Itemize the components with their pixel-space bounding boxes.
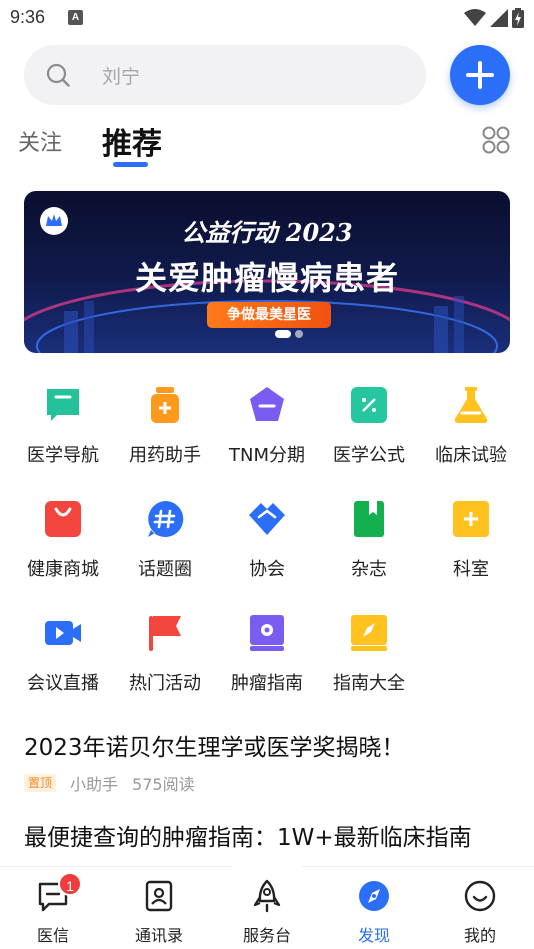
flag-icon [149,616,181,651]
nav-label: 医信 [36,926,69,945]
grid-label: 话题圈 [138,559,192,580]
grid-label: 医学公式 [333,445,405,466]
feed-tabs: 关注 推荐 [0,115,534,175]
search-icon [46,63,70,87]
article-reads: 575阅读 [132,775,195,794]
banner-title-line2: 关爱肿瘤慢病患者 [134,259,399,297]
grid-menu-icon[interactable] [482,126,510,154]
grid-label: 杂志 [351,559,387,580]
grid-label: TNM分期 [229,445,305,466]
article-title[interactable]: 最便捷查询的肿瘤指南：1W+最新临床指南 [24,818,514,852]
grid-item-clinical-trial[interactable]: 临床试验 [420,375,522,475]
article-meta: 置顶 小助手 575阅读 [24,771,195,795]
department-icon [453,501,489,537]
banner-title-line1: 公益行动 2023 [181,218,353,247]
grid-item-guide-collection[interactable]: 指南大全 [318,603,420,703]
formula-icon [351,387,387,423]
grid-item-magazine[interactable]: 杂志 [318,489,420,589]
grid-label: 指南大全 [333,673,405,694]
notification-icon: A [68,10,83,25]
grid-item-medication-assistant[interactable]: 用药助手 [114,375,216,475]
rocket-icon [253,879,281,913]
nav-item-service-desk[interactable]: 服务台 [214,867,320,949]
plus-icon [466,61,494,89]
grid-item-medical-navigation[interactable]: 医学导航 [12,375,114,475]
carousel-dot[interactable] [275,330,291,338]
grid-label: 临床试验 [435,445,507,466]
contacts-icon [145,880,173,912]
banner-badge: 争做最美星医 [207,302,331,328]
hashtag-icon [148,500,184,537]
unread-badge: 1 [58,872,82,896]
nav-label: 我的 [463,926,496,945]
search-input[interactable]: 刘宁 [24,45,426,105]
compass-icon [359,881,389,911]
tab-recommend[interactable]: 推荐 [102,119,162,163]
nav-label: 通讯录 [134,926,183,945]
nav-item-profile[interactable]: 我的 [427,867,533,949]
status-time: 9:36 [10,7,46,27]
status-icons [464,8,524,28]
carousel-dots [275,330,303,338]
grid-label: 科室 [453,559,489,580]
pinned-badge: 置顶 [24,774,57,792]
smile-icon [464,880,496,912]
status-bar: 9:36 A [0,0,534,36]
wifi-icon [464,9,486,26]
video-camera-icon [45,621,81,645]
nav-item-messages[interactable]: 1 医信 [0,867,106,949]
add-button[interactable] [450,45,510,105]
grid-label: 肿瘤指南 [231,673,303,694]
nav-item-contacts[interactable]: 通讯录 [106,867,212,949]
tab-indicator [113,162,148,167]
grid-label: 热门活动 [129,673,201,694]
handshake-icon [249,503,285,535]
grid-item-department[interactable]: 科室 [420,489,522,589]
grid-label: 会议直播 [27,673,99,694]
nav-item-discover[interactable]: 发现 [321,867,427,949]
grid-item-association[interactable]: 协会 [216,489,318,589]
grid-item-medical-formula[interactable]: 医学公式 [318,375,420,475]
article-title[interactable]: 2023年诺贝尔生理学或医学奖揭晓！ [24,728,405,762]
battery-icon [512,8,524,28]
grid-item-popular-events[interactable]: 热门活动 [114,603,216,703]
grid-item-oncology-guide[interactable]: 肿瘤指南 [216,603,318,703]
stage-icon [250,387,284,421]
guide-book-icon [250,615,284,651]
promo-banner[interactable]: 公益行动 2023 关爱肿瘤慢病患者 争做最美星医 [24,191,510,353]
grid-item-conference-live[interactable]: 会议直播 [12,603,114,703]
signal-icon [490,9,508,27]
bookmark-icon [47,389,79,421]
article-author: 小助手 [70,775,119,794]
grid-item-tnm-staging[interactable]: TNM分期 [216,375,318,475]
bottom-nav: 1 医信 通讯录 服务台 发现 我的 [0,853,534,949]
search-placeholder: 刘宁 [102,66,141,88]
carousel-dot[interactable] [295,330,303,338]
grid-label: 健康商城 [27,559,99,580]
grid-label: 用药助手 [129,445,201,466]
compass-book-icon [351,615,387,651]
medicine-bottle-icon [151,387,179,423]
grid-item-health-mall[interactable]: 健康商城 [12,489,114,589]
nav-label: 服务台 [242,926,291,945]
grid-item-topic-circle[interactable]: 话题圈 [114,489,216,589]
grid-label: 协会 [249,559,285,580]
shopping-bag-icon [45,501,81,537]
magazine-icon [354,501,384,537]
grid-label: 医学导航 [27,445,99,466]
flask-icon [454,387,488,423]
nav-label: 发现 [357,926,390,945]
tab-follow[interactable]: 关注 [18,125,62,157]
